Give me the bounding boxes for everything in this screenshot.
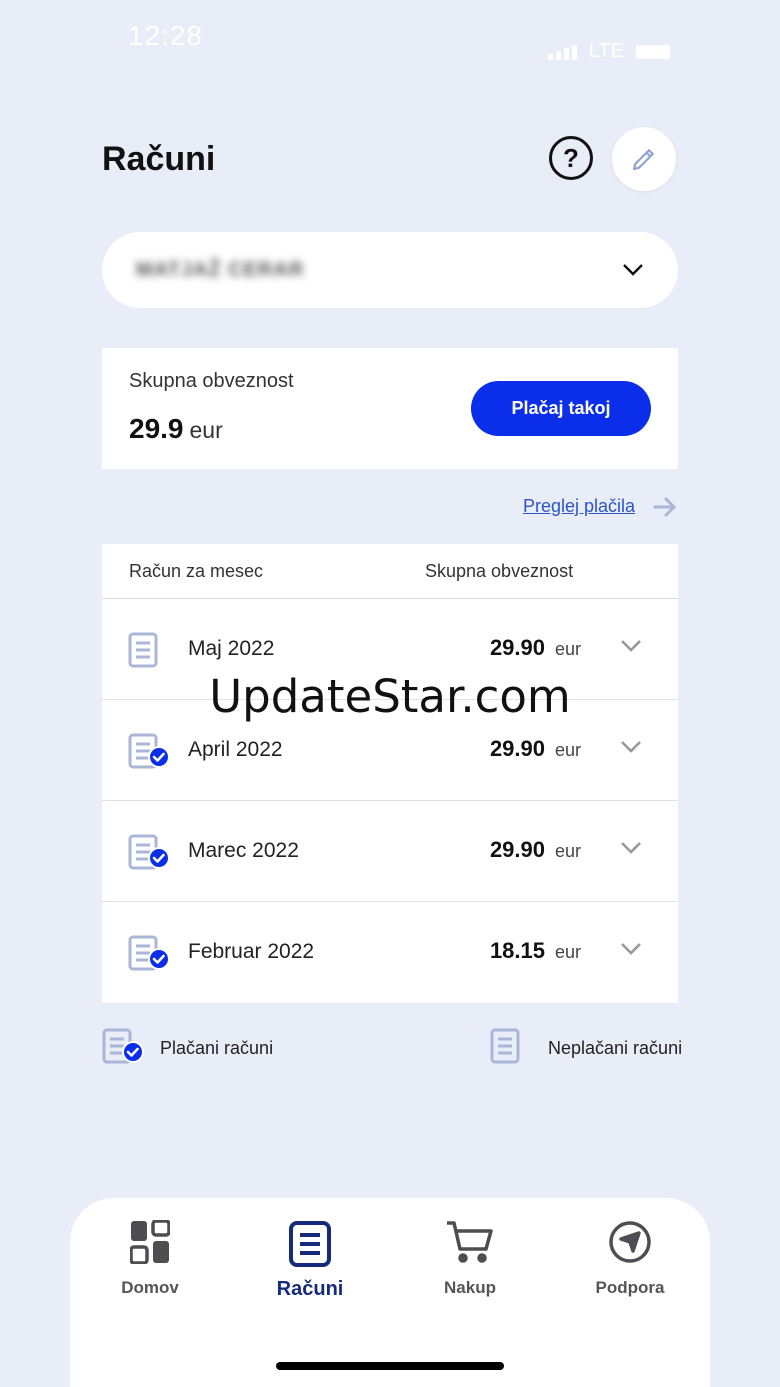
status-indicators: LTE	[547, 40, 670, 63]
tab-label: Domov	[121, 1278, 179, 1297]
tab-label: Računi	[276, 1278, 344, 1300]
bill-row[interactable]: Marec 2022 29.90 eur	[102, 801, 678, 902]
compass-icon	[609, 1221, 651, 1263]
paid-bill-icon	[128, 834, 170, 875]
bill-unit: eur	[555, 639, 582, 659]
chevron-down-icon[interactable]	[620, 740, 642, 754]
tab-racuni[interactable]: Računi	[250, 1220, 370, 1301]
bill-amount: 29.90	[489, 837, 545, 862]
bill-amount: 18.15	[489, 938, 545, 963]
watermark: UpdateStar.com	[209, 670, 571, 723]
tab-domov[interactable]: Domov	[90, 1220, 210, 1298]
tab-label: Nakup	[444, 1278, 496, 1297]
legend-unpaid: Neplačani računi	[490, 1028, 682, 1069]
bill-month: Maj 2022	[188, 637, 275, 660]
question-icon: ?	[563, 142, 579, 173]
bill-row[interactable]: Februar 2022 18.15 eur	[102, 902, 678, 1003]
status-time: 12:28	[128, 20, 204, 51]
bill-amount: 29.90	[489, 736, 545, 761]
account-name: MATJAŽ CERAR	[136, 258, 305, 281]
edit-button[interactable]	[612, 127, 676, 191]
bill-unit: eur	[555, 841, 582, 861]
cart-icon	[447, 1221, 493, 1263]
paid-bill-icon	[102, 1028, 144, 1069]
pencil-icon	[632, 149, 654, 171]
document-icon	[289, 1221, 331, 1267]
screen: 12:28 LTE Računi ? MATJAŽ CERAR Skupna o…	[0, 0, 780, 1387]
bill-month: Februar 2022	[188, 940, 315, 963]
bill-unit: eur	[555, 740, 582, 760]
chevron-down-icon[interactable]	[620, 639, 642, 653]
network-type: LTE	[588, 40, 624, 62]
chevron-down-icon[interactable]	[620, 841, 642, 855]
summary-label: Skupna obveznost	[129, 370, 294, 392]
view-payments-link[interactable]: Preglej plačila	[523, 496, 635, 517]
chevron-down-icon[interactable]	[620, 942, 642, 956]
legend-paid-label: Plačani računi	[160, 1038, 274, 1058]
home-indicator	[276, 1362, 504, 1370]
pay-now-button[interactable]: Plačaj takoj	[471, 381, 651, 436]
tab-label: Podpora	[595, 1278, 665, 1297]
paid-bill-icon	[128, 733, 170, 774]
signal-icon	[547, 44, 577, 60]
bill-unit: eur	[555, 942, 582, 962]
account-select[interactable]: MATJAŽ CERAR	[102, 232, 678, 308]
unpaid-bill-icon	[128, 632, 170, 673]
summary-amount: 29.9 eur	[129, 413, 223, 445]
summary-card: Skupna obveznost 29.9 eur Plačaj takoj	[102, 348, 678, 469]
tab-podpora[interactable]: Podpora	[570, 1220, 690, 1298]
summary-amount-unit: eur	[189, 417, 223, 443]
bill-month: April 2022	[188, 738, 283, 761]
paid-bill-icon	[128, 935, 170, 976]
page-title: Računi	[102, 140, 216, 178]
tab-nakup[interactable]: Nakup	[410, 1220, 530, 1298]
battery-icon	[636, 44, 670, 59]
bill-month: Marec 2022	[188, 839, 299, 862]
grid-icon	[130, 1220, 170, 1264]
bills-table-header: Račun za mesec Skupna obveznost	[102, 544, 678, 599]
arrow-right-icon[interactable]	[652, 496, 678, 518]
bills-table: Račun za mesec Skupna obveznost Maj 2022…	[102, 544, 678, 1003]
help-button[interactable]: ?	[549, 136, 593, 180]
legend-unpaid-label: Neplačani računi	[548, 1038, 683, 1058]
summary-amount-value: 29.9	[129, 413, 184, 444]
column-header-month: Račun za mesec	[129, 560, 264, 581]
column-header-total: Skupna obveznost	[425, 560, 574, 581]
legend-paid: Plačani računi	[102, 1028, 273, 1069]
unpaid-bill-icon	[490, 1028, 532, 1069]
tab-bar: Domov Računi Nakup Podpora	[70, 1198, 710, 1387]
chevron-down-icon	[623, 264, 643, 276]
bill-amount: 29.90	[489, 635, 545, 660]
